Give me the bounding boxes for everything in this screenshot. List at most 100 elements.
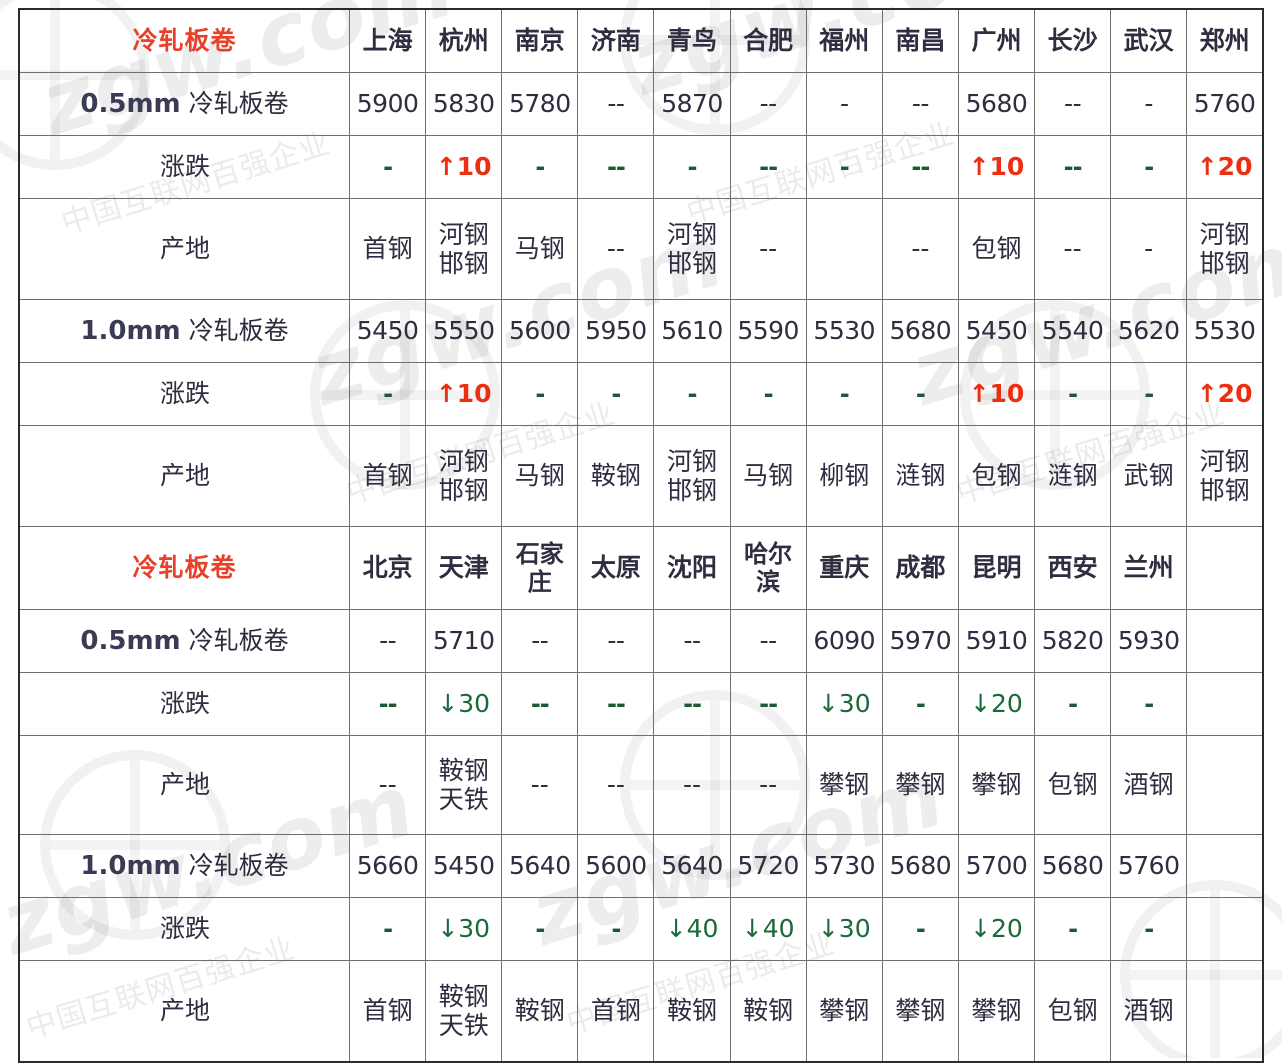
price-up-indicator: ↑10 xyxy=(968,152,1025,182)
origin-cell xyxy=(1186,960,1264,1063)
change-cell: - xyxy=(1110,897,1188,961)
price-flat-indicator: - xyxy=(535,915,545,944)
column-header-city[interactable]: 南昌 xyxy=(881,8,959,73)
price-cell: 5640 xyxy=(653,834,731,898)
origin-cell: -- xyxy=(729,198,807,300)
change-cell: ↓40 xyxy=(653,897,731,961)
price-cell: 5600 xyxy=(501,299,579,363)
change-cell xyxy=(1186,897,1264,961)
table-row: 涨跌 - ↓30 - - ↓40 ↓40 ↓30 - ↓20 - - xyxy=(18,897,1264,961)
price-flat-indicator: - xyxy=(839,380,850,409)
change-cell: - xyxy=(653,135,731,199)
column-header-city[interactable]: 哈尔滨 xyxy=(729,526,807,610)
column-header-city[interactable]: 重庆 xyxy=(805,526,883,610)
column-header-city[interactable]: 济南 xyxy=(577,8,655,73)
price-flat-indicator: - xyxy=(1144,153,1154,182)
price-cell: 5590 xyxy=(729,299,807,363)
price-down-indicator: ↓40 xyxy=(741,914,795,944)
price-flat-indicator: - xyxy=(687,380,698,409)
table-row: 产地 首钢 河钢 邯钢 马钢 鞍钢 河钢 邯钢 马钢 柳钢 涟钢 包钢 涟钢 武钢 河钢 邯钢 xyxy=(18,425,1264,527)
price-flat-indicator: - xyxy=(915,690,926,719)
price-cell: 5680 xyxy=(881,834,959,898)
change-cell: - xyxy=(1110,672,1188,736)
row-label-origin: 产地 xyxy=(18,960,351,1063)
price-cell: 5450 xyxy=(957,299,1036,363)
table-row: 涨跌 - ↑10 - - - - - - ↑10 - - ↑20 xyxy=(18,362,1264,426)
change-cell: - xyxy=(729,362,807,426)
table-row: 0.5mm 冷轧板卷 -- 5710 -- -- -- -- 6090 5970 5910 5820… xyxy=(18,609,1264,673)
price-cell: 5760 xyxy=(1186,72,1264,136)
price-cell: -- xyxy=(577,609,655,673)
column-header-city[interactable]: 上海 xyxy=(349,8,427,73)
column-header-city[interactable]: 武汉 xyxy=(1110,8,1188,73)
change-cell: ↓20 xyxy=(957,897,1036,961)
change-cell: -- xyxy=(729,135,807,199)
price-down-indicator: ↓20 xyxy=(970,689,1023,719)
price-up-indicator: ↑20 xyxy=(1196,152,1253,182)
price-cell: 5680 xyxy=(881,299,959,363)
column-header-city[interactable]: 成都 xyxy=(881,526,959,610)
origin-cell: 鞍钢 天铁 xyxy=(425,735,503,835)
column-header-city[interactable]: 西安 xyxy=(1034,526,1112,610)
origin-cell xyxy=(805,198,883,300)
price-cell: -- xyxy=(577,72,655,136)
row-label-product: 1.0mm 冷轧板卷 xyxy=(18,299,351,363)
change-cell: - xyxy=(881,362,959,426)
price-cell: 5450 xyxy=(425,834,503,898)
change-cell: ↓30 xyxy=(805,897,883,961)
change-cell: - xyxy=(577,362,655,426)
origin-cell: 首钢 xyxy=(349,198,427,300)
origin-cell xyxy=(1186,735,1264,835)
change-cell: - xyxy=(805,362,883,426)
column-header-city[interactable]: 合肥 xyxy=(729,8,807,73)
column-header-city[interactable]: 广州 xyxy=(957,8,1036,73)
column-header-city[interactable]: 兰州 xyxy=(1110,526,1188,610)
origin-cell: 首钢 xyxy=(577,960,655,1063)
price-cell: 5780 xyxy=(501,72,579,136)
column-header-city[interactable]: 天津 xyxy=(425,526,503,610)
row-label-product: 0.5mm 冷轧板卷 xyxy=(18,609,351,673)
column-header-city[interactable]: 福州 xyxy=(805,8,883,73)
price-flat-indicator: -- xyxy=(378,690,398,719)
price-cell: 5530 xyxy=(805,299,883,363)
column-header-city[interactable]: 杭州 xyxy=(425,8,503,73)
column-header-city[interactable]: 长沙 xyxy=(1034,8,1112,73)
price-cell: 5950 xyxy=(577,299,655,363)
origin-cell: 包钢 xyxy=(957,425,1036,527)
price-cell: 5830 xyxy=(425,72,503,136)
change-cell: - xyxy=(1110,362,1188,426)
table-row: 0.5mm 冷轧板卷 5900 5830 5780 -- 5870 -- - -- 5680 -- -… xyxy=(18,72,1264,136)
column-header-city[interactable]: 太原 xyxy=(577,526,655,610)
column-header-city[interactable]: 青鸟 xyxy=(653,8,731,73)
change-cell: - xyxy=(501,135,579,199)
change-cell: ↓40 xyxy=(729,897,807,961)
origin-cell: 涟钢 xyxy=(881,425,959,527)
row-label-product-name: 冷轧板卷 xyxy=(188,315,289,345)
column-header-city[interactable]: 沈阳 xyxy=(653,526,731,610)
price-cell: 5730 xyxy=(805,834,883,898)
column-header-city[interactable]: 石家庄 xyxy=(501,526,579,610)
origin-cell: 攀钢 xyxy=(957,735,1036,835)
column-header-city[interactable]: 北京 xyxy=(349,526,427,610)
origin-cell: 攀钢 xyxy=(881,960,959,1063)
origin-cell: 包钢 xyxy=(1034,735,1112,835)
origin-cell: 河钢 邯钢 xyxy=(653,425,731,527)
column-header-city[interactable]: 南京 xyxy=(501,8,579,73)
price-cell: 5820 xyxy=(1034,609,1112,673)
price-cell: 5900 xyxy=(349,72,427,136)
cold-rolled-coil-price-table: 冷轧板卷 上海 杭州 南京 济南 青鸟 合肥 福州 南昌 广州 长沙 武汉 郑州 0.5mm 冷轧板卷 59… xyxy=(18,8,1264,1063)
column-header-city[interactable]: 郑州 xyxy=(1186,8,1264,73)
price-cell: 5660 xyxy=(349,834,427,898)
price-flat-indicator: - xyxy=(535,153,545,182)
price-flat-indicator: - xyxy=(383,915,393,944)
price-up-indicator: ↑10 xyxy=(968,379,1025,409)
change-cell: ↑20 xyxy=(1186,135,1264,199)
change-cell: ↓30 xyxy=(805,672,883,736)
row-label-change: 涨跌 xyxy=(18,897,351,961)
price-down-indicator: ↓30 xyxy=(817,689,871,719)
change-cell: ↓20 xyxy=(957,672,1036,736)
change-cell: -- xyxy=(577,672,655,736)
column-header-city[interactable]: 昆明 xyxy=(957,526,1036,610)
price-cell: 5930 xyxy=(1110,609,1188,673)
price-cell: 5700 xyxy=(957,834,1036,898)
